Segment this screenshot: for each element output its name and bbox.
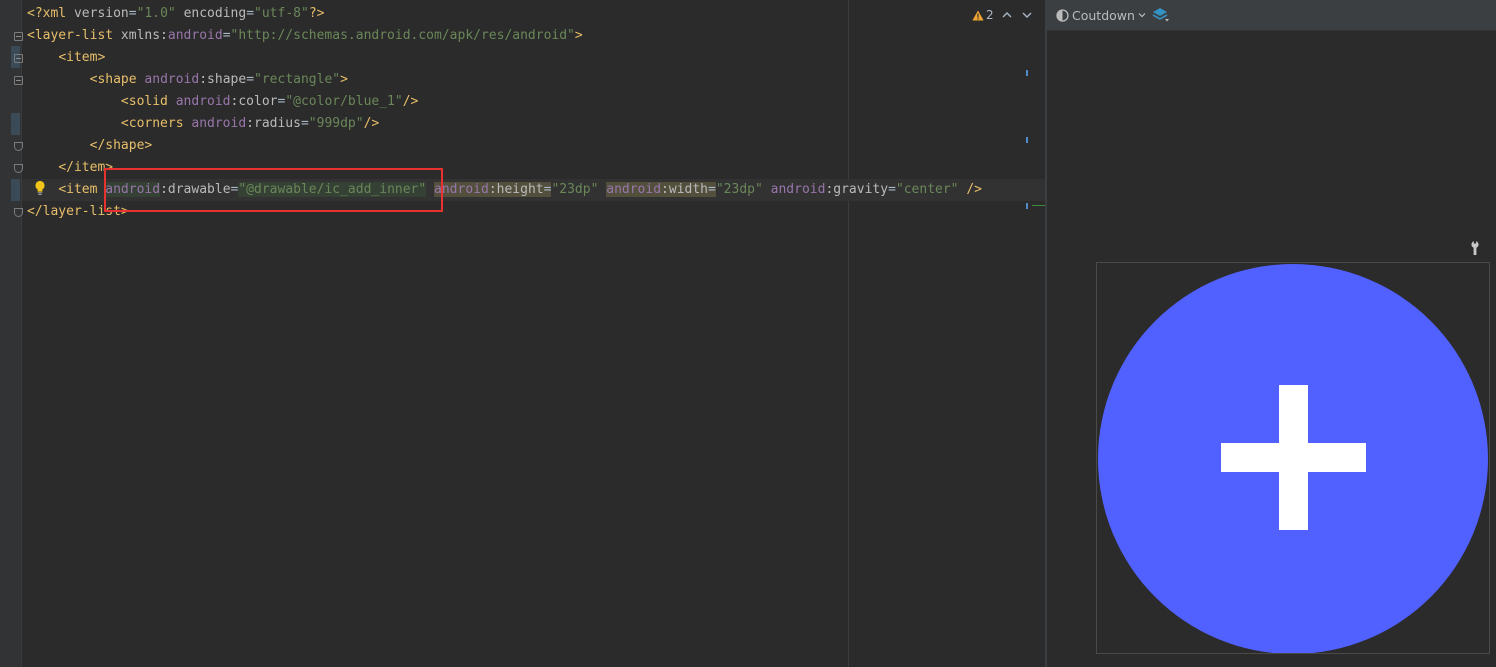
code-line[interactable]: <item>: [27, 47, 105, 69]
code-line[interactable]: </shape>: [27, 135, 153, 157]
gutter-change-marker: [11, 113, 20, 135]
code-token: =: [300, 116, 309, 131]
code-token: <layer-list: [27, 28, 121, 43]
code-token: >: [340, 72, 348, 87]
code-token: "@color/blue_1": [285, 94, 403, 109]
code-token: =: [246, 6, 255, 21]
code-token: />: [363, 116, 380, 131]
warning-counter[interactable]: 2: [972, 8, 994, 22]
chevron-down-icon: [1138, 13, 1146, 18]
code-line[interactable]: <shape android:shape="rectangle">: [27, 69, 348, 91]
code-token: android: [144, 72, 200, 87]
warning-triangle-icon: [972, 10, 984, 20]
scroll-marker[interactable]: [1026, 203, 1028, 209]
code-token: ?>: [308, 6, 325, 21]
scroll-marker[interactable]: [1026, 70, 1028, 76]
code-token: :drawable: [160, 182, 231, 197]
code-token: android: [191, 116, 247, 131]
plus-icon: [1221, 443, 1366, 472]
code-token: version: [73, 6, 129, 21]
code-token: "utf-8": [254, 6, 309, 21]
code-token: "999dp": [308, 116, 364, 131]
code-token: >: [574, 28, 583, 43]
code-token: />: [958, 182, 982, 197]
code-token: android: [434, 182, 489, 197]
code-token: encoding: [183, 6, 247, 21]
code-token: :gravity: [825, 182, 889, 197]
code-token: "1.0": [136, 6, 176, 21]
code-token: :width: [661, 182, 709, 197]
code-token: "http://schemas.android.com/apk/res/andr…: [230, 28, 575, 43]
light-bulb-icon[interactable]: [34, 180, 46, 196]
inspection-widget[interactable]: 2: [972, 5, 1034, 25]
code-line[interactable]: <layer-list xmlns:android="http://schema…: [27, 25, 583, 47]
code-token: "@drawable/ic_add_inner": [238, 182, 427, 197]
code-token: <item: [58, 182, 106, 197]
wrench-icon[interactable]: [1468, 240, 1482, 256]
code-line[interactable]: <corners android:radius="999dp"/>: [27, 113, 379, 135]
code-token: :shape: [199, 72, 247, 87]
code-token: :height: [488, 182, 544, 197]
editor-gutter: [0, 0, 23, 667]
drawable-preview-frame: [1096, 262, 1490, 654]
code-line[interactable]: </item>: [27, 157, 113, 179]
code-token: android: [167, 28, 223, 43]
code-token: "center": [895, 182, 959, 197]
layers-icon[interactable]: [1152, 7, 1170, 23]
code-token: =: [246, 72, 255, 87]
code-token: <shape: [89, 72, 145, 87]
code-token: :color: [230, 94, 278, 109]
code-token: <item>: [58, 50, 106, 65]
code-token: />: [402, 94, 419, 109]
right-margin-guide: [848, 0, 849, 667]
code-token: </shape>: [89, 138, 153, 153]
code-token: xmlns:: [120, 28, 168, 43]
code-token: <solid: [120, 94, 176, 109]
code-line[interactable]: <?xml version="1.0" encoding="utf-8"?>: [27, 3, 324, 25]
code-token: =: [222, 28, 231, 43]
code-token: =: [128, 6, 137, 21]
code-line[interactable]: <solid android:color="@color/blue_1"/>: [27, 91, 418, 113]
code-token: android: [105, 182, 161, 197]
gutter-change-marker: [11, 179, 20, 201]
code-line[interactable]: <item android:drawable="@drawable/ic_add…: [22, 179, 1051, 201]
code-token: android: [175, 94, 231, 109]
code-editor[interactable]: <?xml version="1.0" encoding="utf-8"?> <l…: [22, 0, 1051, 667]
code-token: "23dp": [715, 182, 763, 197]
warning-count: 2: [986, 8, 994, 22]
code-token: :radius: [246, 116, 301, 131]
code-token: "rectangle": [254, 72, 341, 87]
code-token: </layer-list>: [27, 204, 129, 219]
preview-toolbar: Coutdown: [1047, 0, 1496, 31]
code-token: <corners: [120, 116, 192, 131]
code-token: "23dp": [551, 182, 599, 197]
drawable-preview: [1098, 264, 1488, 653]
code-token: android: [606, 182, 662, 197]
code-token: </item>: [58, 160, 114, 175]
code-token: =: [708, 182, 716, 197]
chevron-down-icon[interactable]: [1020, 10, 1034, 20]
theme-half-circle-icon: [1056, 8, 1069, 22]
theme-selector[interactable]: Coutdown: [1056, 8, 1146, 23]
theme-label: Coutdown: [1072, 7, 1135, 23]
scroll-change-marker: [1032, 205, 1046, 206]
scroll-marker[interactable]: [1026, 137, 1028, 143]
chevron-up-icon[interactable]: [1000, 10, 1014, 20]
code-token: =: [888, 182, 896, 197]
code-token: android: [770, 182, 826, 197]
code-token: <?xml: [27, 6, 74, 21]
code-line[interactable]: </layer-list>: [27, 201, 129, 223]
